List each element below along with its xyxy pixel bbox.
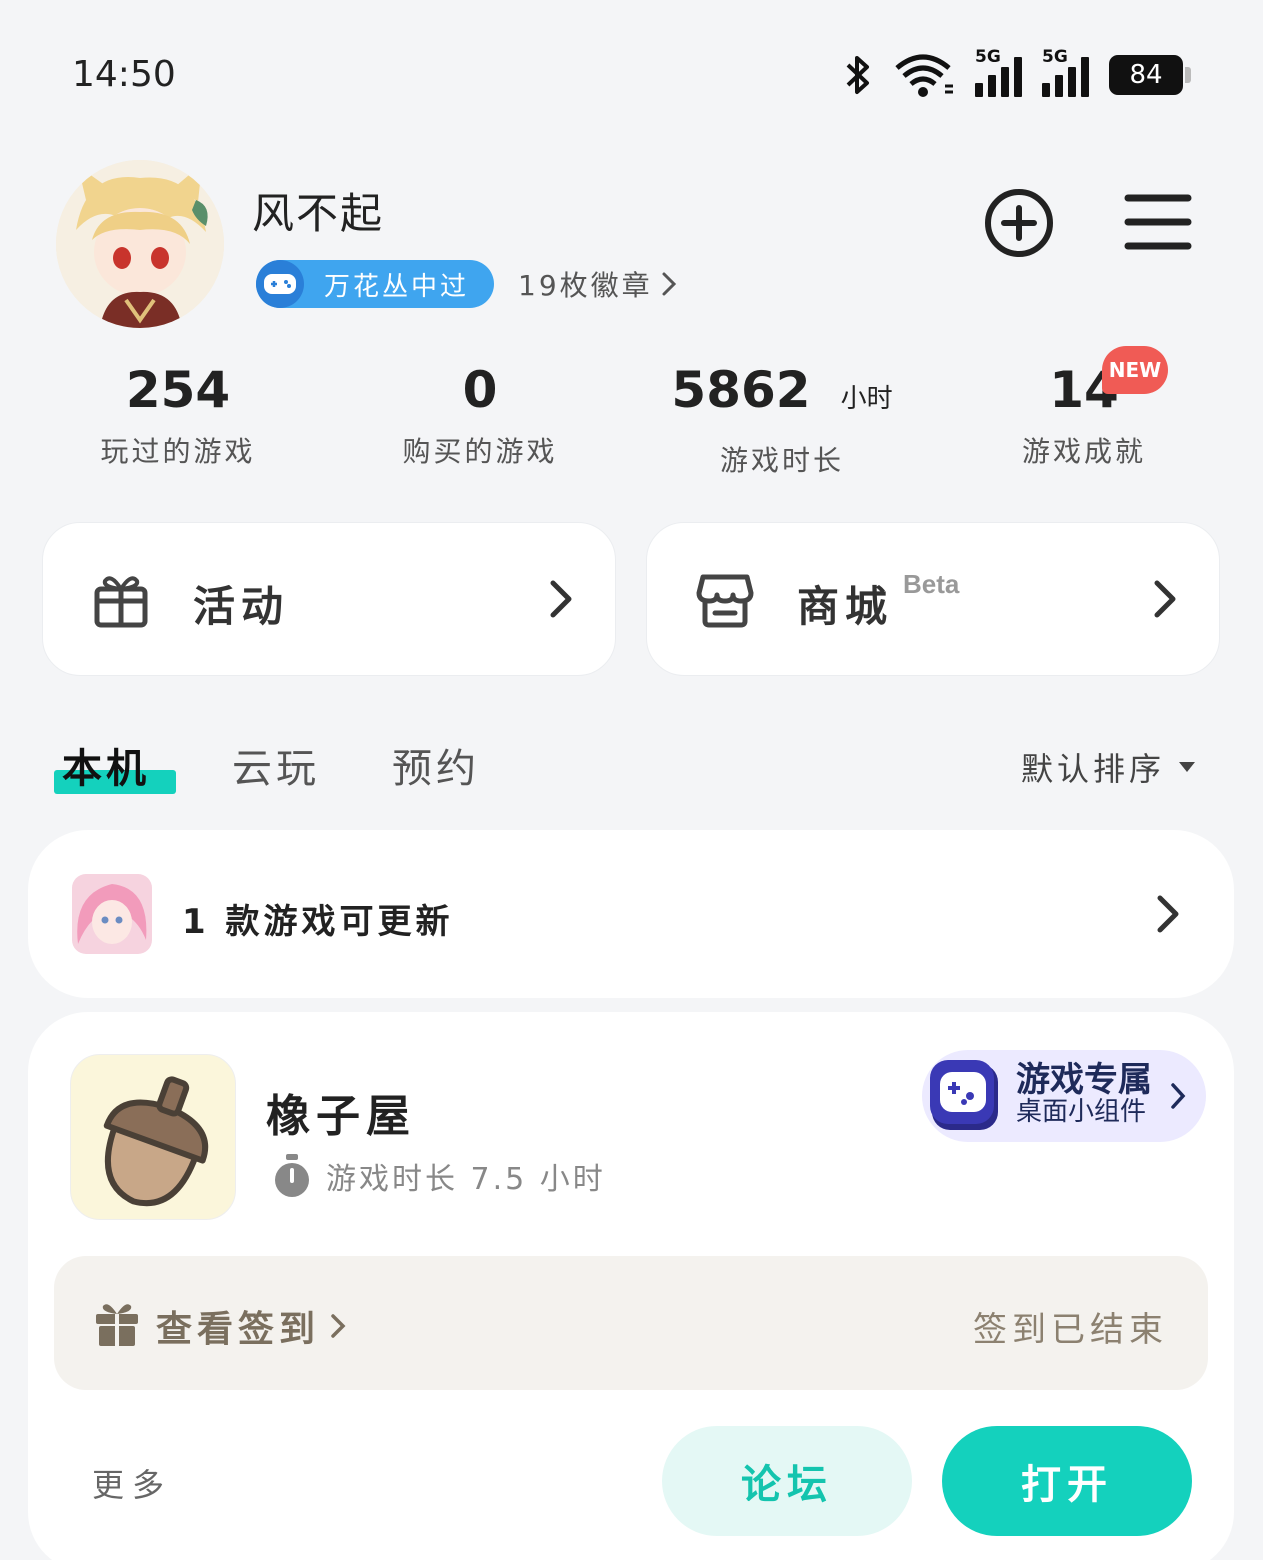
update-card[interactable]: 1 款游戏可更新 [28, 830, 1234, 998]
chevron-right-icon [1171, 1083, 1186, 1109]
stat-label: 玩过的游戏 [100, 435, 256, 468]
open-button[interactable]: 打开 [942, 1426, 1192, 1536]
game-name: 橡子屋 [266, 1091, 416, 1142]
network-label: 5G [1042, 47, 1068, 67]
acorn-game-icon[interactable] [70, 1054, 236, 1220]
medals-label: 19枚徽章 [518, 269, 653, 302]
chevron-right-icon [1154, 580, 1176, 618]
widget-subtitle: 桌面小组件 [1016, 1097, 1147, 1127]
more-button[interactable]: 更多 [92, 1460, 172, 1506]
game-card: 橡子屋 游戏时长 7.5 小时 游戏专属 桌面小组件 查看签到 签到已结束 更多… [28, 1012, 1234, 1560]
new-badge: NEW [1102, 346, 1168, 394]
signal-5g-icon: 5G [1042, 47, 1089, 97]
stat-label: 游戏时长 [719, 444, 844, 477]
battery-icon: 84 [1109, 55, 1191, 95]
view-signin-link[interactable]: 查看签到 [156, 1300, 346, 1352]
activity-label: 活动 [193, 582, 290, 631]
widget-title: 游戏专属 [1016, 1060, 1152, 1100]
sort-dropdown[interactable]: 默认排序 [1021, 744, 1197, 790]
activity-card[interactable]: 活动 [42, 522, 616, 676]
gift-icon [94, 576, 148, 628]
title-badge[interactable]: 万花丛中过 [256, 260, 494, 308]
sort-label: 默认排序 [1020, 750, 1165, 788]
forum-button[interactable]: 论坛 [662, 1426, 912, 1536]
chevron-right-icon [1157, 895, 1179, 933]
play-time-label: 游戏时长 7.5 小时 [326, 1162, 606, 1197]
avatar[interactable] [56, 160, 224, 328]
stat-purchased-games[interactable]: 0 购买的游戏 [360, 360, 600, 470]
signal-5g-icon: 5G [975, 47, 1022, 97]
shop-label: 商城 [797, 582, 894, 631]
stat-value: 0 [462, 361, 498, 419]
stat-label: 购买的游戏 [402, 435, 558, 468]
plus-circle-icon [985, 189, 1053, 257]
chevron-right-icon [550, 580, 572, 618]
gamepad-icon [256, 260, 304, 308]
widget-gamepad-icon [930, 1060, 998, 1130]
stat-label: 游戏成就 [1021, 435, 1146, 468]
tab-cloud[interactable]: 云玩 [232, 736, 320, 794]
bluetooth-icon [846, 56, 869, 94]
caret-down-icon [1179, 762, 1195, 772]
stat-value: 254 [125, 361, 231, 419]
stat-value: 14 [1049, 361, 1119, 419]
signin-label: 查看签到 [156, 1309, 321, 1350]
status-icons: 5G 5G 84 [843, 47, 1191, 100]
medals-link[interactable]: 19枚徽章 [518, 264, 677, 304]
network-label: 5G [975, 47, 1001, 67]
stat-value: 5862 [671, 361, 811, 419]
battery-level: 84 [1129, 60, 1163, 90]
stat-achievements[interactable]: 14 游戏成就 [964, 360, 1204, 470]
avatar-illustration [56, 160, 224, 328]
wifi-icon [895, 54, 953, 97]
update-text: 1 款游戏可更新 [182, 902, 454, 942]
chevron-right-icon [331, 1314, 346, 1338]
beta-tag: Beta [903, 569, 960, 599]
stat-unit: 小时 [840, 384, 893, 414]
signin-status: 签到已结束 [973, 1310, 1168, 1350]
game-thumbnail [72, 874, 152, 954]
tab-reserve[interactable]: 预约 [392, 736, 480, 794]
username: 风不起 [252, 189, 385, 238]
chevron-right-icon [662, 272, 676, 296]
add-button[interactable] [984, 188, 1054, 258]
menu-button[interactable] [1122, 190, 1194, 254]
store-icon [696, 574, 754, 628]
tab-local[interactable]: 本机 [62, 736, 150, 794]
stat-play-time[interactable]: 5862 小时 游戏时长 [662, 360, 902, 479]
shop-card[interactable]: 商城 Beta [646, 522, 1220, 676]
desktop-widget-button[interactable]: 游戏专属 桌面小组件 [922, 1050, 1206, 1142]
stat-played-games[interactable]: 254 玩过的游戏 [58, 360, 298, 470]
stopwatch-icon [275, 1154, 309, 1197]
badge-label: 万花丛中过 [324, 271, 470, 302]
hamburger-icon [1124, 194, 1192, 250]
signin-panel: 查看签到 签到已结束 [54, 1256, 1208, 1390]
game-play-time: 游戏时长 7.5 小时 [272, 1154, 606, 1198]
gift-icon [96, 1304, 138, 1346]
status-time: 14:50 [72, 54, 176, 95]
